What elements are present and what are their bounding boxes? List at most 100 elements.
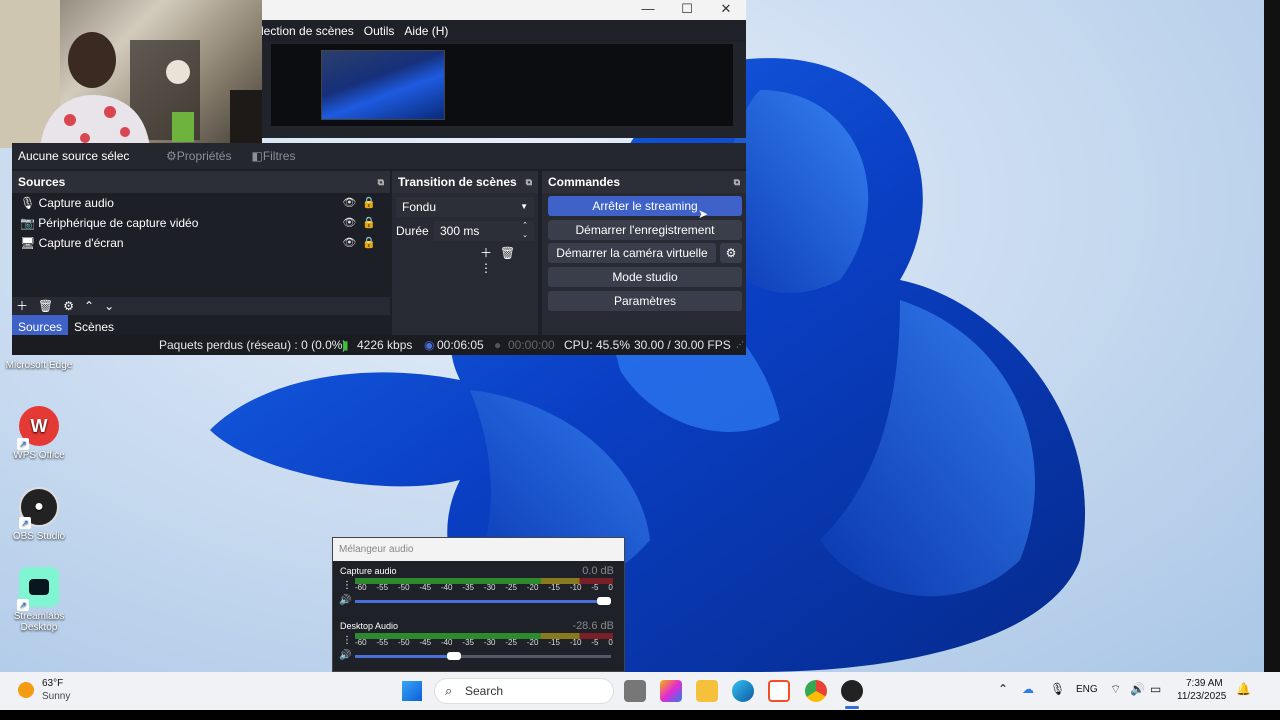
microphone-icon[interactable]: 🎙 (1050, 682, 1065, 696)
chrome-icon[interactable] (805, 680, 827, 702)
clock-time[interactable]: 7:39 AM (1186, 678, 1223, 689)
windows-start-icon[interactable] (402, 681, 422, 701)
duration-spinbox[interactable]: 300 ms ⌃ ⌄ (434, 221, 534, 241)
gear-icon[interactable]: ⚙ (63, 299, 84, 313)
more-options-icon[interactable]: ⋮ (342, 580, 352, 591)
language-indicator[interactable]: ENG (1076, 684, 1098, 695)
clock-date[interactable]: 11/23/2025 (1177, 691, 1226, 702)
meter-tick-label: -35 (462, 638, 474, 647)
eye-icon[interactable]: 👁 (342, 197, 362, 209)
notification-bell-icon[interactable]: 🔔 (1236, 682, 1251, 696)
desktop-icon-obs[interactable]: ● ↗ OBS Studio (4, 487, 74, 542)
chevron-down-icon: ▼ (520, 202, 528, 211)
weather-temp[interactable]: 63°F (42, 678, 63, 689)
meter-scale: -60 -55 -50 -45 -40 -35 -30 -25 -20 -15 -10 -5 0 (355, 583, 613, 592)
meter-tick-label: -55 (376, 638, 389, 647)
microsoft-store-icon[interactable] (768, 680, 790, 702)
taskbar-search[interactable]: ⌕ Search (434, 678, 614, 704)
battery-icon[interactable]: ▭ (1150, 682, 1161, 696)
chevron-up-icon[interactable]: ⌃ (84, 299, 104, 313)
chevron-down-icon[interactable]: ⌄ (104, 299, 124, 313)
copilot-icon[interactable] (660, 680, 682, 702)
wifi-icon[interactable]: ⌔ (1110, 682, 1121, 697)
menu-tools[interactable]: Outils (364, 24, 395, 38)
gear-icon: ⚙ (725, 246, 737, 260)
volume-icon[interactable]: 🔊 (1130, 682, 1145, 696)
trash-icon[interactable]: 🗑 (38, 299, 63, 313)
obs-studio-icon[interactable] (841, 680, 863, 702)
filters-label: Filtres (262, 149, 296, 163)
maximize-icon[interactable]: ☐ (668, 0, 706, 20)
audio-mixer-window: Mélangeur audio Capture audio 0.0 dB ⋮ -… (332, 537, 625, 672)
task-view-icon[interactable] (624, 680, 646, 702)
meter-tick-label: -5 (591, 583, 599, 592)
volume-handle[interactable] (597, 597, 611, 605)
obs-title-bar[interactable]: — ☐ ✕ (261, 0, 746, 20)
edge-icon[interactable] (732, 680, 754, 702)
undock-icon[interactable]: ⧉ (526, 171, 532, 193)
onedrive-icon[interactable]: ☁ (1022, 682, 1034, 696)
search-placeholder: Search (465, 684, 504, 698)
commands-dock-title: Commandes (548, 175, 621, 189)
minimize-icon[interactable]: — (629, 0, 667, 20)
undock-icon[interactable]: ⧉ (378, 171, 384, 193)
add-icon[interactable]: ＋ (16, 299, 38, 313)
source-item-label: Périphérique de capture vidéo (38, 216, 199, 230)
more-options-icon[interactable]: ⋮ (342, 635, 352, 646)
desktop-icon-streamlabs[interactable]: ↗ Streamlabs Desktop (4, 567, 74, 633)
speaker-icon[interactable]: 🔊 (339, 650, 351, 661)
meter-tick-label: -60 (355, 638, 367, 647)
studio-mode-button[interactable]: Mode studio (548, 267, 742, 287)
close-icon[interactable]: ✕ (707, 0, 745, 20)
cpu-label: CPU: 45.5% (564, 338, 631, 352)
channel-name: Capture audio (340, 566, 397, 576)
speaker-icon[interactable]: 🔊 (339, 595, 351, 606)
channel-db: 0.0 dB (582, 565, 614, 577)
start-virtual-camera-button[interactable]: Démarrer la caméra virtuelle (548, 243, 716, 263)
weather-desc[interactable]: Sunny (42, 691, 70, 702)
chevron-up-icon[interactable]: ⌃ (998, 682, 1008, 696)
start-recording-button[interactable]: Démarrer l'enregistrement (548, 220, 742, 240)
meter-tick-label: -55 (376, 583, 389, 592)
file-explorer-icon[interactable] (696, 680, 718, 702)
meter-tick-label: -10 (569, 583, 582, 592)
lock-icon[interactable]: 🔒 (362, 217, 382, 229)
resize-grip-icon[interactable]: ⋰ (736, 335, 744, 355)
record-time-label: 00:00:00 (508, 338, 555, 352)
source-item[interactable]: 🎙 Capture audio 👁🔒 (12, 193, 390, 213)
desktop-icon-edge[interactable]: Microsoft Edge (4, 360, 74, 371)
trash-icon[interactable]: 🗑 (500, 246, 523, 260)
obs-preview-area[interactable] (261, 42, 746, 138)
spin-arrows-icon[interactable]: ⌃ ⌄ (522, 221, 528, 241)
eye-icon[interactable]: 👁 (342, 237, 362, 249)
virtual-camera-settings-button[interactable]: ⚙ (720, 243, 742, 263)
desktop-icon-wps[interactable]: W ↗ WPS Office (4, 406, 74, 461)
add-icon[interactable]: ＋ (480, 246, 500, 260)
source-toolbar: Aucune source sélec ⚙Propriétés ◧Filtres (12, 143, 746, 169)
lock-icon[interactable]: 🔒 (362, 197, 382, 209)
more-options-icon[interactable]: ⋮ (480, 261, 500, 275)
monitor-icon: 🖥 (20, 236, 36, 250)
transition-select[interactable]: Fondu ▼ (396, 197, 534, 217)
streaming-icon: ◉ (424, 338, 435, 352)
active-app-indicator (845, 706, 859, 709)
undock-icon[interactable]: ⧉ (734, 171, 740, 193)
volume-slider[interactable] (355, 652, 611, 660)
mixer-title[interactable]: Mélangeur audio (333, 538, 624, 561)
settings-button[interactable]: Paramètres (548, 291, 742, 311)
source-item[interactable]: 🖥 Capture d'écran 👁🔒 (12, 233, 390, 253)
properties-button[interactable]: ⚙Propriétés (166, 149, 231, 163)
source-item[interactable]: 📷 Périphérique de capture vidéo 👁🔒 (12, 213, 390, 233)
sun-icon[interactable] (18, 682, 34, 698)
wps-office-icon: W ↗ (17, 406, 59, 450)
volume-slider[interactable] (355, 597, 611, 605)
lock-icon[interactable]: 🔒 (362, 237, 382, 249)
menu-help[interactable]: Aide (H) (404, 24, 448, 38)
menu-scene-collection[interactable]: lection de scènes (261, 24, 354, 38)
filters-button[interactable]: ◧Filtres (251, 149, 295, 163)
commands-dock-header: Commandes ⧉ (542, 171, 746, 193)
eye-icon[interactable]: 👁 (342, 217, 362, 229)
properties-label: Propriétés (176, 149, 232, 163)
volume-handle[interactable] (447, 652, 461, 660)
stop-streaming-button[interactable]: Arrêter le streaming (548, 196, 742, 216)
